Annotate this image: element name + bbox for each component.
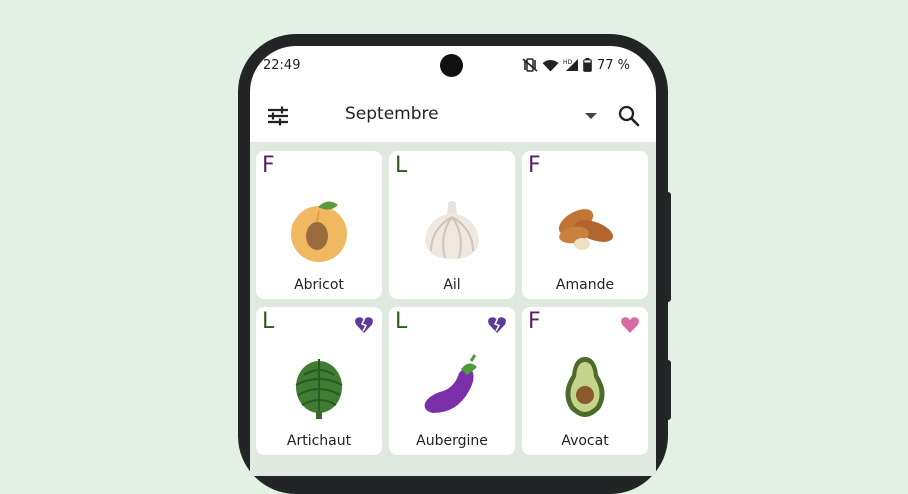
app-bar: Septembre: [250, 94, 656, 138]
produce-card[interactable]: F Abricot: [256, 151, 382, 299]
wifi-icon: [542, 59, 559, 71]
produce-name: Amande: [555, 277, 615, 293]
produce-grid: F Abricot L Ail F Amande L Artichaut L A…: [250, 142, 656, 476]
season-letter: F: [528, 309, 541, 334]
produce-name: Ail: [443, 277, 461, 293]
produce-card[interactable]: F Avocat: [522, 307, 648, 455]
svg-text:HD: HD: [563, 59, 573, 66]
produce-name: Artichaut: [286, 433, 352, 449]
season-letter: L: [395, 309, 408, 334]
artichoke-icon: [295, 359, 343, 419]
produce-card[interactable]: F Amande: [522, 151, 648, 299]
broken-heart-icon: [488, 317, 506, 333]
battery-level: 77 %: [597, 57, 631, 73]
search-icon[interactable]: [616, 103, 642, 129]
vibrate-off-icon: [522, 58, 538, 72]
status-icons: HD 77 %: [522, 57, 630, 73]
avocado-icon: [565, 357, 605, 417]
heart-icon: [621, 317, 639, 333]
season-letter: L: [395, 153, 408, 178]
almond-icon: [558, 209, 614, 250]
status-time: 22:49: [263, 58, 301, 73]
produce-name: Avocat: [561, 433, 609, 449]
chevron-down-icon[interactable]: [583, 110, 599, 122]
phone-screen: 22:49 HD 77 % Septembre F Abricot L Ail …: [250, 46, 656, 476]
signal-icon: HD: [563, 59, 578, 71]
produce-name: Abricot: [294, 277, 344, 293]
filter-icon[interactable]: [264, 104, 292, 128]
battery-icon: [583, 58, 592, 72]
season-letter: F: [262, 153, 275, 178]
produce-card[interactable]: L Ail: [389, 151, 515, 299]
produce-card[interactable]: L Artichaut: [256, 307, 382, 455]
season-letter: F: [528, 153, 541, 178]
eggplant-icon: [424, 354, 477, 413]
status-bar: 22:49 HD 77 %: [250, 46, 656, 84]
apricot-icon: [291, 201, 347, 262]
power-button: [664, 192, 671, 302]
volume-button: [664, 360, 671, 420]
produce-card[interactable]: L Aubergine: [389, 307, 515, 455]
garlic-icon: [425, 201, 479, 259]
produce-name: Aubergine: [416, 433, 488, 449]
month-selector[interactable]: Septembre: [345, 104, 439, 124]
front-camera: [440, 54, 463, 77]
season-letter: L: [262, 309, 275, 334]
broken-heart-icon: [355, 317, 373, 333]
